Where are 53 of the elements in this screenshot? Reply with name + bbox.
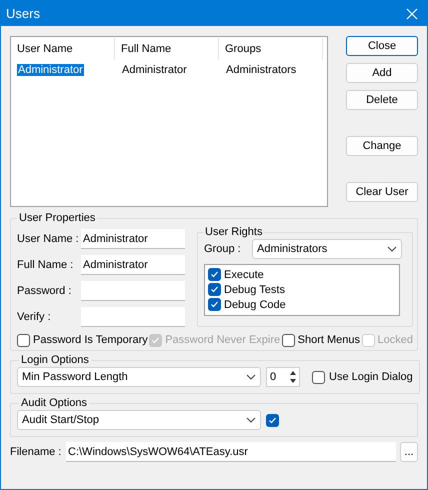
checkbox-label: Locked — [378, 333, 413, 347]
checkbox-label: Short Menus — [298, 333, 360, 347]
input-field[interactable]: Administrator — [81, 255, 185, 275]
close-icon[interactable] — [406, 8, 418, 20]
input-field[interactable] — [81, 281, 185, 301]
checkbox[interactable] — [312, 370, 325, 384]
chevron-down-icon — [246, 374, 256, 380]
column-header[interactable]: Full Name — [115, 38, 219, 60]
input-field[interactable]: Administrator — [81, 229, 185, 249]
field-label: Group : — [204, 242, 242, 256]
chevron-down-icon — [246, 417, 256, 423]
setting-dropdown[interactable]: Min Password Length — [17, 367, 261, 387]
browse-button[interactable]: ... — [400, 442, 418, 462]
dialog-button[interactable]: Change — [346, 136, 418, 156]
group-title: Audit Options — [20, 396, 88, 410]
checkbox[interactable] — [208, 268, 221, 281]
column-header[interactable]: User Name — [11, 38, 115, 60]
group-title: User Rights — [204, 225, 264, 239]
table-cell: Administrators — [225, 64, 298, 76]
right-label: Debug Code — [224, 298, 286, 312]
dialog-button[interactable]: Add — [346, 63, 418, 83]
table-cell[interactable]: Administrator — [17, 64, 84, 76]
checkbox[interactable] — [17, 334, 30, 346]
checkbox[interactable] — [208, 298, 221, 311]
checkbox-label: Use Login Dialog — [329, 370, 413, 384]
window-title: Users — [6, 6, 40, 20]
column-header[interactable]: Groups — [219, 38, 323, 60]
field-label: Full Name : — [17, 258, 74, 272]
checkbox[interactable] — [208, 283, 221, 296]
group-title: User Properties — [18, 211, 96, 225]
checkbox-label: Password Is Temporary — [33, 333, 148, 347]
chevron-down-icon — [387, 246, 397, 252]
field-label: User Name : — [17, 232, 80, 246]
field-label: Verify : — [17, 310, 52, 324]
group-dropdown[interactable]: Administrators — [252, 239, 402, 259]
check-icon — [151, 336, 160, 344]
dialog-button[interactable]: Close — [346, 36, 418, 56]
input-field[interactable] — [81, 307, 185, 327]
right-label: Execute — [224, 268, 264, 282]
spin-box[interactable]: 0 — [266, 367, 300, 387]
checkbox-label: Password Never Expire — [165, 333, 280, 347]
checkbox[interactable] — [266, 414, 279, 426]
audit-dropdown[interactable]: Audit Start/Stop — [17, 410, 261, 430]
group-title: Login Options — [20, 353, 90, 367]
input-field[interactable]: C:\Windows\SysWOW64\ATEasy.usr — [66, 442, 396, 462]
check-icon — [268, 416, 277, 424]
field-label: Filename : — [10, 445, 62, 459]
right-label: Debug Tests — [224, 282, 285, 296]
dialog-button[interactable]: Clear User — [346, 182, 418, 202]
dialog-button[interactable]: Delete — [346, 90, 418, 110]
table-cell: Administrator — [121, 64, 188, 76]
field-label: Password : — [17, 284, 72, 298]
checkbox[interactable] — [282, 334, 295, 346]
